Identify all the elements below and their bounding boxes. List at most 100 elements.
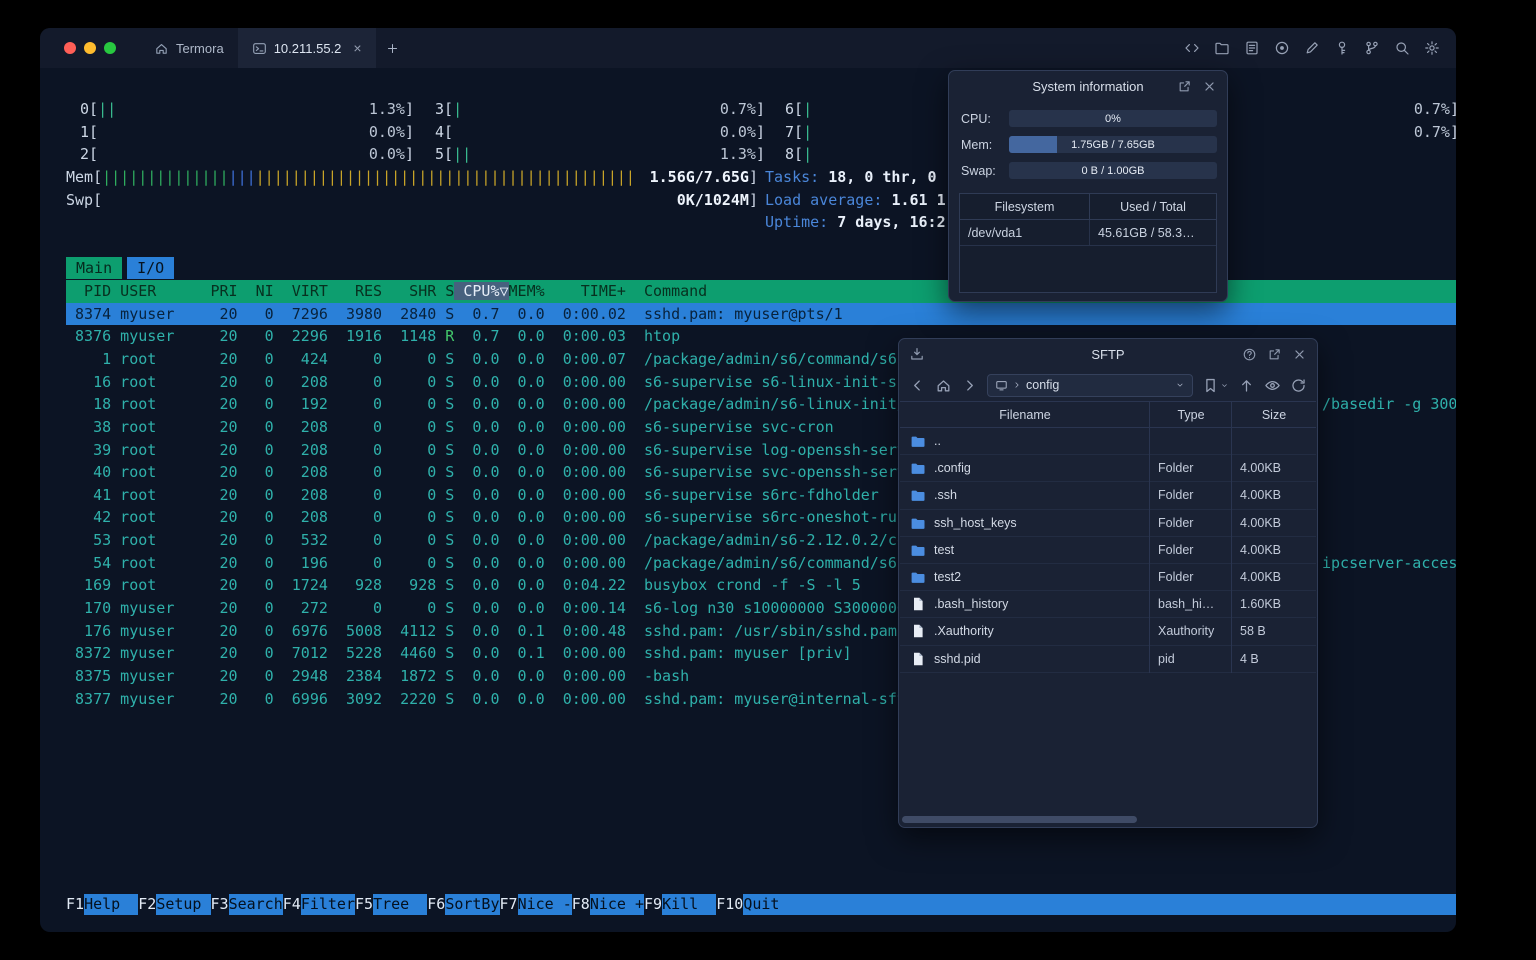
zoom-window-button[interactable] xyxy=(104,42,116,54)
fkey-label-filter[interactable]: Filter xyxy=(300,894,355,915)
fkey-f9[interactable]: F9 xyxy=(644,894,662,915)
parent-directory-icon[interactable] xyxy=(1238,377,1255,394)
bookmarks-control[interactable] xyxy=(1202,377,1229,394)
panel-title: SFTP xyxy=(1091,346,1125,362)
fkey-label-kill[interactable]: Kill xyxy=(662,894,717,915)
file-size: 58 B xyxy=(1240,624,1266,639)
file-name: .bash_history xyxy=(934,597,1009,612)
file-row-.bash_history[interactable]: .bash_history bash_hi… 1.60KB xyxy=(900,591,1316,619)
folder-icon xyxy=(910,515,926,531)
file-row-test2[interactable]: test2 Folder 4.00KB xyxy=(900,564,1316,592)
fkey-label-nice[interactable]: Nice + xyxy=(589,894,644,915)
fkey-f5[interactable]: F5 xyxy=(355,894,373,915)
path-segment[interactable]: config xyxy=(1026,378,1059,392)
help-icon[interactable] xyxy=(1242,347,1257,362)
file-size: 4.00KB xyxy=(1240,488,1282,503)
column-filesystem: Filesystem xyxy=(960,194,1090,219)
filesystem-name: /dev/vda1 xyxy=(960,220,1090,245)
file-row-.Xauthority[interactable]: .Xauthority Xauthority 58 B xyxy=(900,618,1316,646)
refresh-icon[interactable] xyxy=(1290,377,1307,394)
terminal-icon xyxy=(252,41,267,56)
forward-icon[interactable] xyxy=(961,377,978,394)
column-size[interactable]: Size xyxy=(1232,402,1316,427)
column-type[interactable]: Type xyxy=(1150,402,1232,427)
file-size: 4.00KB xyxy=(1240,542,1282,557)
cpu-meter-5: 5[|| 1.3%] xyxy=(435,145,765,164)
process-table-header[interactable]: PID USER PRI NI VIRT RES SHR S CPU%▽MEM%… xyxy=(66,279,1456,303)
uptime-stat: Uptime: 7 days, 16:2 xyxy=(765,213,946,232)
home-icon xyxy=(154,41,169,56)
column-filename[interactable]: Filename xyxy=(900,402,1150,427)
new-tab-button[interactable] xyxy=(376,28,410,68)
fkey-label-sortby[interactable]: SortBy xyxy=(445,894,500,915)
sftp-panel: SFTP config Filename Type Size .. .confi… xyxy=(898,338,1318,828)
open-in-new-window-icon[interactable] xyxy=(1177,79,1192,94)
home-directory-icon[interactable] xyxy=(935,377,952,394)
file-row-test[interactable]: test Folder 4.00KB xyxy=(900,537,1316,564)
fkey-f6[interactable]: F6 xyxy=(427,894,445,915)
scrollbar-thumb[interactable] xyxy=(902,816,1137,823)
fkey-label-help[interactable]: Help xyxy=(84,894,139,915)
chevron-down-icon[interactable] xyxy=(1175,380,1185,390)
close-panel-icon[interactable] xyxy=(1202,79,1217,94)
horizontal-scrollbar[interactable] xyxy=(902,816,1314,823)
fkey-label-search[interactable]: Search xyxy=(228,894,283,915)
file-row-.ssh[interactable]: .ssh Folder 4.00KB xyxy=(900,482,1316,510)
file-row-ssh_host_keys[interactable]: ssh_host_keys Folder 4.00KB xyxy=(900,510,1316,537)
file-type: Folder xyxy=(1158,488,1194,503)
htop-tab-main[interactable]: Main xyxy=(66,257,123,279)
metric-value: 0% xyxy=(1105,112,1121,125)
folder-icon[interactable] xyxy=(1214,40,1230,56)
htop-tab-io[interactable]: I/O xyxy=(127,257,175,279)
log-icon[interactable] xyxy=(1244,40,1260,56)
close-tab-icon[interactable]: × xyxy=(353,41,361,55)
fkey-f7[interactable]: F7 xyxy=(500,894,518,915)
file-row-.config[interactable]: .config Folder 4.00KB xyxy=(900,455,1316,483)
record-icon[interactable] xyxy=(1274,40,1290,56)
file-row-..[interactable]: .. xyxy=(900,428,1316,456)
fkey-label-setup[interactable]: Setup xyxy=(156,894,211,915)
back-icon[interactable] xyxy=(909,377,926,394)
termora-window: Termora 10.211.55.2 × 0[|| 1.3%] 1[0.0%] 2[… xyxy=(40,28,1456,932)
system-information-panel: System information CPU: 0% Mem: 1.75GB / 7.… xyxy=(948,70,1228,302)
key-icon[interactable] xyxy=(1334,40,1350,56)
pencil-icon[interactable] xyxy=(1304,40,1320,56)
fkey-f2[interactable]: F2 xyxy=(138,894,156,915)
metric-row-mem: Mem: 1.75GB / 7.65GB xyxy=(961,136,1217,153)
minimize-window-button[interactable] xyxy=(84,42,96,54)
metric-label: Mem: xyxy=(961,137,993,152)
process-row-8374[interactable]: 8374 myuser 20 0 7296 3980 2840 S 0.7 0.… xyxy=(66,302,1456,326)
search-icon[interactable] xyxy=(1394,40,1410,56)
memory-meter: Mem[|||||||||||||| ||| |||||||||||||||||||… xyxy=(66,167,758,186)
open-in-new-window-icon[interactable] xyxy=(1267,347,1282,362)
metric-row-swap: Swap: 0 B / 1.00GB xyxy=(961,162,1217,179)
tab-ssh-session[interactable]: 10.211.55.2 × xyxy=(237,28,376,68)
fkey-label-nice[interactable]: Nice - xyxy=(517,894,572,915)
path-breadcrumb[interactable]: config xyxy=(987,373,1193,397)
fkey-f10[interactable]: F10 xyxy=(716,894,743,915)
window-controls xyxy=(64,42,116,54)
close-window-button[interactable] xyxy=(64,42,76,54)
tab-termora[interactable]: Termora xyxy=(140,28,238,68)
transfers-icon[interactable] xyxy=(909,346,925,362)
close-panel-icon[interactable] xyxy=(1292,347,1307,362)
fkey-f3[interactable]: F3 xyxy=(211,894,229,915)
fkey-f4[interactable]: F4 xyxy=(283,894,301,915)
show-hidden-files-icon[interactable] xyxy=(1264,377,1281,394)
file-row-sshd.pid[interactable]: sshd.pid pid 4 B xyxy=(900,646,1316,673)
fkey-f8[interactable]: F8 xyxy=(572,894,590,915)
folder-icon xyxy=(910,433,926,449)
filesystem-usage: 45.61GB / 58.3… xyxy=(1098,225,1195,240)
toolbar xyxy=(1184,28,1440,68)
cpu-meter-0: 0[|| 1.3%] xyxy=(80,100,414,118)
fkey-label-quit[interactable]: Quit xyxy=(743,894,1456,915)
file-type: Folder xyxy=(1158,515,1194,530)
cpu-meter-8: 8[| xyxy=(785,145,813,164)
fkey-f1[interactable]: F1 xyxy=(66,894,84,915)
fkey-label-tree[interactable]: Tree xyxy=(373,894,428,915)
code-icon[interactable] xyxy=(1184,40,1200,56)
settings-icon[interactable] xyxy=(1424,40,1440,56)
file-name: test xyxy=(934,542,955,557)
titlebar: Termora 10.211.55.2 × xyxy=(40,28,1456,68)
branch-icon[interactable] xyxy=(1364,40,1380,56)
